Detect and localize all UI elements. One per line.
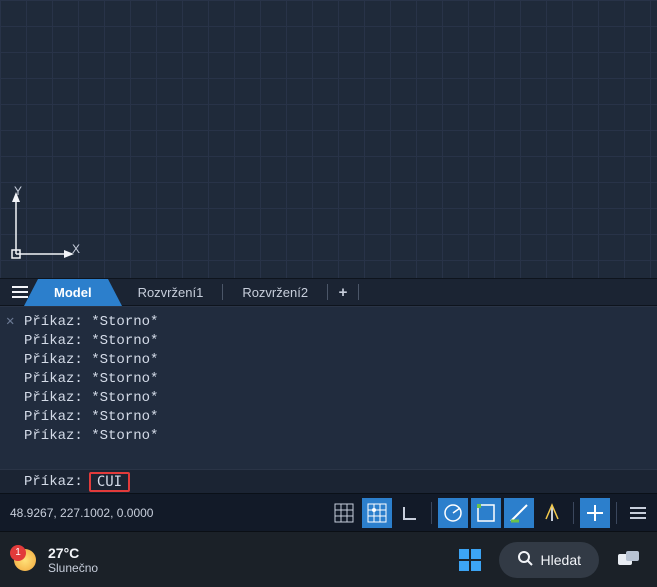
- tab-model[interactable]: Model: [38, 279, 108, 306]
- tab-separator: [222, 284, 223, 300]
- ortho-mode-button[interactable]: [395, 498, 425, 528]
- object-snap-button[interactable]: [471, 498, 501, 528]
- status-tools: [329, 498, 657, 528]
- status-separator: [431, 502, 432, 524]
- command-history-line: Příkaz: *Storno*: [24, 408, 657, 427]
- close-icon[interactable]: ✕: [6, 313, 14, 330]
- tab-label: Rozvržení2: [242, 285, 308, 300]
- tab-label: Model: [54, 285, 92, 300]
- search-icon: [517, 550, 533, 569]
- weather-temperature: 27°C: [48, 545, 98, 561]
- command-input-row[interactable]: Příkaz: CUI: [0, 469, 657, 493]
- command-line-panel: ✕ Příkaz: *Storno* Příkaz: *Storno* Přík…: [0, 306, 657, 493]
- tab-separator: [358, 284, 359, 300]
- status-separator: [616, 502, 617, 524]
- polar-tracking-button[interactable]: [438, 498, 468, 528]
- drawing-viewport[interactable]: Y X: [0, 0, 657, 279]
- tab-separator: [327, 284, 328, 300]
- command-history-line: Příkaz: *Storno*: [24, 332, 657, 351]
- layout-tabbar: Model Rozvržení1 Rozvržení2 +: [0, 279, 657, 306]
- ucs-icon: Y X: [8, 192, 78, 264]
- search-button[interactable]: Hledat: [499, 542, 599, 578]
- search-label: Hledat: [541, 552, 581, 568]
- x-axis-label: X: [72, 242, 80, 256]
- tab-label: Rozvržení1: [138, 285, 204, 300]
- weather-widget[interactable]: 1 27°C Slunečno: [10, 545, 98, 575]
- notification-badge: 1: [10, 545, 26, 561]
- tab-layout-1[interactable]: Rozvržení1: [122, 279, 220, 306]
- task-view-button[interactable]: [609, 541, 647, 579]
- weather-icon: 1: [10, 545, 40, 575]
- customize-status-button[interactable]: [623, 498, 653, 528]
- command-input-value[interactable]: CUI: [89, 472, 130, 492]
- windows-taskbar: 1 27°C Slunečno Hledat: [0, 531, 657, 587]
- weather-description: Slunečno: [48, 561, 98, 575]
- command-history-line: Příkaz: *Storno*: [24, 389, 657, 408]
- start-button[interactable]: [451, 541, 489, 579]
- command-history: Příkaz: *Storno* Příkaz: *Storno* Příkaz…: [0, 307, 657, 446]
- grid-display-button[interactable]: [329, 498, 359, 528]
- command-history-line: Příkaz: *Storno*: [24, 370, 657, 389]
- object-snap-tracking-button[interactable]: [504, 498, 534, 528]
- command-history-line: Příkaz: *Storno*: [24, 427, 657, 446]
- status-bar: 48.9267, 227.1002, 0.0000: [0, 493, 657, 531]
- dynamic-input-button[interactable]: [537, 498, 567, 528]
- cursor-coordinates: 48.9267, 227.1002, 0.0000: [0, 506, 153, 520]
- command-history-line: Příkaz: *Storno*: [24, 351, 657, 370]
- status-separator: [573, 502, 574, 524]
- lineweight-button[interactable]: [580, 498, 610, 528]
- snap-mode-button[interactable]: [362, 498, 392, 528]
- command-history-line: Příkaz: *Storno*: [24, 313, 657, 332]
- tab-layout-2[interactable]: Rozvržení2: [226, 279, 324, 306]
- add-layout-button[interactable]: +: [331, 280, 355, 304]
- command-prompt: Příkaz:: [24, 474, 83, 490]
- y-axis-label: Y: [14, 184, 22, 198]
